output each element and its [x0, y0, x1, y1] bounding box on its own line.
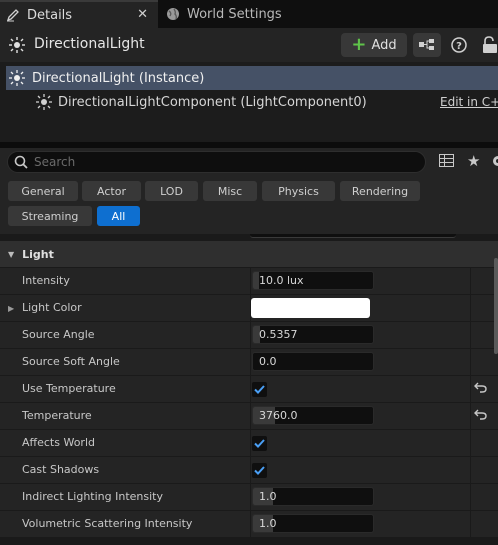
help-icon[interactable]: ? — [451, 37, 467, 53]
lock-icon[interactable] — [482, 36, 498, 54]
property-row-temperature: Temperature 3760.0 — [0, 402, 498, 430]
filter-rendering[interactable]: Rendering — [340, 181, 420, 201]
filter-physics[interactable]: Physics — [262, 181, 335, 201]
check-icon — [254, 385, 265, 394]
tab-world-settings-label: World Settings — [187, 6, 282, 22]
property-row-intensity: Intensity 10.0 lux — [0, 267, 498, 295]
filter-lod[interactable]: LOD — [145, 181, 198, 201]
directional-light-icon — [9, 37, 25, 53]
tab-world-settings[interactable]: World Settings — [160, 0, 300, 28]
filter-label: All — [111, 209, 126, 223]
directional-light-icon — [9, 70, 25, 90]
property-label: Source Soft Angle — [22, 355, 120, 368]
filter-label: Actor — [97, 184, 126, 198]
field-value: 0.5357 — [259, 328, 298, 341]
plus-icon: + — [351, 34, 367, 55]
field-value: 1.0 — [259, 517, 277, 530]
indirect-lighting-intensity-field[interactable]: 1.0 — [252, 487, 374, 506]
reset-to-default-icon[interactable] — [474, 382, 487, 396]
globe-icon — [165, 6, 181, 22]
tree-item-label: DirectionalLight (Instance) — [32, 70, 205, 86]
filter-actor[interactable]: Actor — [82, 181, 141, 201]
collapse-arrow-icon: ▼ — [8, 249, 15, 259]
filter-label: Rendering — [351, 184, 409, 198]
property-row-use-temperature: Use Temperature — [0, 375, 498, 403]
search-input[interactable] — [34, 153, 414, 171]
tab-bar: Details ✕ World Settings — [0, 0, 498, 28]
filter-streaming[interactable]: Streaming — [8, 206, 92, 226]
field-value: 0.0 — [259, 355, 277, 368]
settings-icon[interactable] — [489, 154, 498, 171]
add-component-button[interactable]: + Add — [341, 33, 407, 57]
affects-world-checkbox[interactable] — [252, 436, 267, 451]
property-row-affects-world: Affects World — [0, 429, 498, 457]
property-row-indirect-lighting-intensity: Indirect Lighting Intensity 1.0 — [0, 483, 498, 511]
check-icon — [254, 439, 265, 448]
tree-item-component[interactable]: DirectionalLightComponent (LightComponen… — [0, 90, 498, 114]
tree-item-instance[interactable]: DirectionalLight (Instance) — [6, 66, 498, 90]
reset-to-default-icon[interactable] — [474, 409, 487, 423]
filter-label: Misc — [217, 184, 243, 198]
volumetric-scattering-intensity-field[interactable]: 1.0 — [252, 514, 374, 533]
tab-details-label: Details — [27, 7, 73, 23]
property-label: Use Temperature — [22, 382, 116, 395]
property-label: Light Color — [22, 301, 82, 314]
expand-arrow-icon[interactable]: ▶ — [8, 304, 14, 313]
tab-details[interactable]: Details ✕ — [0, 0, 158, 28]
filter-label: Streaming — [21, 209, 79, 223]
category-label: Light — [22, 247, 54, 261]
directional-light-icon — [36, 94, 52, 114]
intensity-field[interactable]: 10.0 lux — [252, 271, 374, 290]
filter-label: Physics — [278, 184, 319, 198]
source-angle-field[interactable]: 0.5357 — [252, 325, 374, 344]
property-label: Cast Shadows — [22, 463, 100, 476]
tree-item-label: DirectionalLightComponent (LightComponen… — [58, 94, 367, 110]
property-row-source-angle: Source Angle 0.5357 — [0, 321, 498, 349]
property-matrix-icon[interactable] — [439, 154, 454, 170]
field-value: 1.0 — [259, 490, 277, 503]
property-label: Source Angle — [22, 328, 95, 341]
property-row-source-soft-angle: Source Soft Angle 0.0 — [0, 348, 498, 376]
use-temperature-checkbox[interactable] — [252, 382, 267, 397]
star-icon[interactable]: ★ — [467, 152, 480, 170]
category-light[interactable]: ▼ Light — [0, 241, 498, 267]
property-label: Temperature — [22, 409, 92, 422]
hierarchy-icon — [419, 39, 434, 50]
property-label: Affects World — [22, 436, 95, 449]
source-soft-angle-field[interactable]: 0.0 — [252, 352, 374, 371]
light-color-swatch[interactable] — [251, 298, 370, 318]
scrollbar[interactable] — [494, 258, 498, 354]
property-label: Indirect Lighting Intensity — [22, 490, 163, 503]
search-box — [7, 151, 426, 173]
blueprint-button[interactable] — [413, 33, 441, 57]
svg-text:?: ? — [456, 41, 462, 52]
property-label: Volumetric Scattering Intensity — [22, 517, 193, 530]
check-icon — [254, 466, 265, 475]
add-button-label: Add — [371, 37, 397, 53]
field-value: 3760.0 — [259, 409, 298, 422]
pencil-icon — [5, 7, 21, 23]
filter-label: LOD — [160, 184, 183, 198]
property-row-cast-shadows: Cast Shadows — [0, 456, 498, 484]
property-panel: ▼ Light Intensity 10.0 lux ▶ Light Color… — [0, 234, 498, 545]
edit-in-cpp-link[interactable]: Edit in C++ — [440, 95, 498, 109]
actor-name: DirectionalLight — [34, 36, 145, 52]
property-row-volumetric-scattering-intensity: Volumetric Scattering Intensity 1.0 — [0, 510, 498, 538]
search-area: ★ General Actor LOD Misc Physics Renderi… — [0, 148, 498, 234]
close-icon[interactable]: ✕ — [137, 7, 148, 22]
cast-shadows-checkbox[interactable] — [252, 463, 267, 478]
filter-general[interactable]: General — [8, 181, 78, 201]
temperature-field[interactable]: 3760.0 — [252, 406, 374, 425]
search-icon — [14, 155, 28, 172]
property-row-light-color: ▶ Light Color — [0, 294, 498, 322]
cut-off-field — [250, 234, 456, 238]
component-tree: DirectionalLight (Instance) DirectionalL… — [0, 62, 498, 142]
filter-label: General — [21, 184, 65, 198]
field-value: 10.0 lux — [259, 274, 304, 287]
filter-misc[interactable]: Misc — [203, 181, 257, 201]
details-header: DirectionalLight + Add ? — [0, 28, 498, 62]
property-label: Intensity — [22, 274, 70, 287]
filter-all[interactable]: All — [97, 206, 140, 226]
